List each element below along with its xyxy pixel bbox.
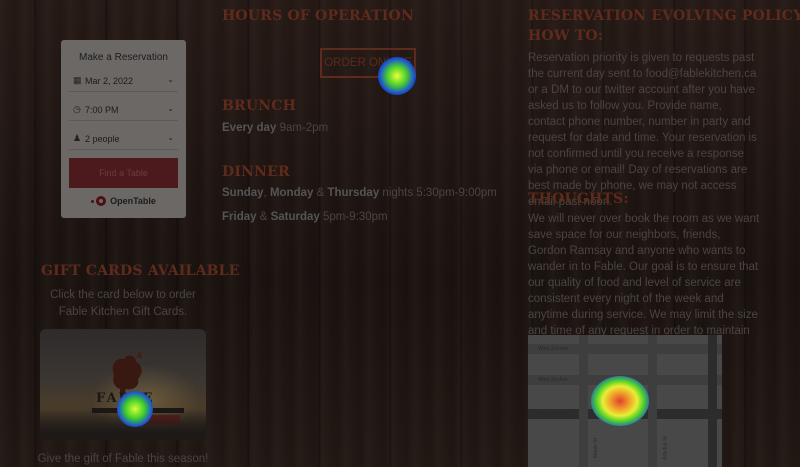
street-label: Maple St	[592, 438, 599, 458]
hours-heading: HOURS OF OPERATION	[222, 8, 414, 24]
gift-card-caption: Give the gift of Fable this season!	[37, 453, 209, 465]
reservation-widget: Make a Reservation ▦ Mar 2, 2022 ⌄ ◷ 7:0…	[61, 40, 186, 218]
gift-card-word: FABLE	[96, 391, 155, 406]
dinner-day: Monday	[269, 187, 314, 199]
street-label: Arbutus St	[662, 436, 669, 460]
find-table-button[interactable]: Find a Table	[69, 158, 178, 188]
dinner-day: Thursday	[327, 187, 380, 199]
dinner-time: nights 5:30pm-9:00pm	[382, 187, 497, 199]
street-label: West 3rd Ave	[538, 377, 568, 383]
time-select[interactable]: ◷ 7:00 PM ⌄	[69, 99, 178, 121]
street-label: West 4th Ave	[538, 411, 568, 417]
chevron-down-icon: ⌄	[167, 75, 174, 84]
dinner-day: Saturday	[270, 211, 320, 223]
opentable-label: OpenTable	[110, 196, 156, 206]
opentable-logo-icon	[96, 196, 107, 206]
person-icon: ♟	[73, 133, 82, 143]
gift-cards-text: Click the card below to order Fable Kitc…	[50, 289, 196, 318]
time-value: 7:00 PM	[85, 104, 119, 115]
street-label: West 2nd Ave	[538, 346, 569, 352]
location-map[interactable]: West 2nd Ave West 3rd Ave West 4th Ave M…	[528, 335, 722, 467]
reservation-title: Make a Reservation	[79, 52, 168, 63]
date-select[interactable]: ▦ Mar 2, 2022 ⌄	[69, 70, 178, 92]
policy-heading: RESERVATION EVOLVING POLICY	[528, 8, 800, 24]
brunch-hours: Every day 9am-2pm	[222, 120, 328, 136]
dinner-heading: DINNER	[222, 164, 290, 180]
clock-icon: ◷	[73, 104, 81, 114]
gift-cards-heading: GIFT CARDS AVAILABLE	[41, 263, 240, 279]
dinner-time: 5pm-9:30pm	[323, 211, 388, 223]
dinner-hours-line-2: Friday & Saturday 5pm-9:30pm	[222, 211, 388, 223]
gift-card-image[interactable]: FABLE	[40, 329, 206, 440]
policy-text: Reservation priority is given to request…	[528, 52, 757, 208]
date-value: Mar 2, 2022	[85, 75, 134, 86]
brunch-heading: BRUNCH	[222, 98, 297, 114]
chevron-down-icon: ⌄	[167, 104, 174, 113]
thoughts-text: We will never over book the room as we w…	[528, 213, 760, 353]
dinner-day: Sunday	[222, 187, 264, 199]
brunch-time: 9am-2pm	[279, 122, 329, 134]
party-size-select[interactable]: ♟ 2 people ⌄	[69, 128, 178, 150]
opentable-link[interactable]: OpenTable	[61, 196, 186, 206]
dinner-hours-line-1: Sunday, Monday & Thursday nights 5:30pm-…	[222, 187, 497, 199]
order-online-button[interactable]: ORDER ONLINE	[320, 48, 416, 78]
calendar-icon: ▦	[73, 75, 82, 85]
thoughts-heading: THOUGHTS:	[528, 191, 629, 207]
chevron-down-icon: ⌄	[167, 133, 174, 142]
party-value: 2 people	[85, 133, 120, 144]
brunch-days: Every day	[222, 122, 277, 134]
dinner-day: Friday	[222, 211, 257, 223]
policy-subheading: HOW TO:	[528, 28, 604, 44]
